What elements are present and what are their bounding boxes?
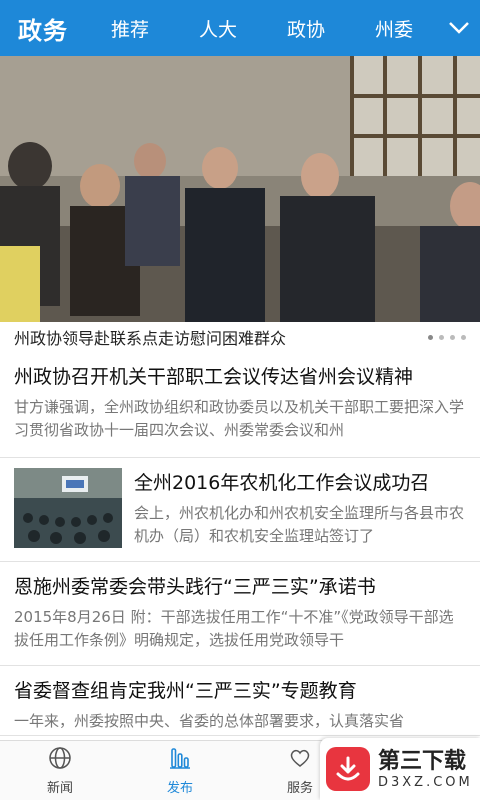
news-item[interactable]: 州政协召开机关干部职工会议传达省州会议精神 甘方谦强调，全州政协组织和政协委员以…	[0, 352, 480, 458]
carousel-dot[interactable]	[450, 334, 455, 340]
news-thumbnail	[14, 468, 122, 548]
nav-label: 新闻	[46, 780, 73, 796]
news-title: 全州2016年农机化工作会议成功召	[134, 472, 430, 494]
nav-label: 服务	[286, 780, 313, 796]
carousel-indicator	[428, 334, 480, 340]
hero-caption-bar: 州政协领导赴联系点走访慰问困难群众	[0, 322, 480, 352]
carousel-dot[interactable]	[461, 334, 466, 340]
watermark-domain: D3XZ.COM	[378, 774, 473, 790]
carousel-dot[interactable]	[439, 334, 444, 340]
hero-carousel-image[interactable]	[0, 56, 480, 322]
news-item[interactable]: 恩施州委常委会带头践行“三严三实”承诺书 2015年8月26日 附：干部选拔任用…	[0, 562, 480, 666]
news-title: 省委督查组肯定我州“三严三实”专题教育	[14, 680, 357, 702]
heart-icon	[288, 746, 312, 774]
nav-label: 发布	[166, 780, 193, 796]
bar-chart-icon	[168, 746, 192, 774]
carousel-dot[interactable]	[428, 334, 433, 340]
top-nav-bar: 政务 推荐 人大 政协 州委	[0, 0, 480, 56]
nav-publish[interactable]: 发布	[120, 741, 240, 800]
news-title: 州政协召开机关干部职工会议传达省州会议精神	[14, 366, 414, 388]
tab-party-committee[interactable]: 州委	[350, 15, 438, 42]
download-logo-icon	[326, 747, 370, 791]
news-summary: 会上，州农机化办和州农机安全监理所与各县市农机办（局）和农机安全监理站签订了	[134, 504, 465, 545]
app-title: 政务	[18, 16, 68, 45]
news-item[interactable]: 全州2016年农机化工作会议成功召 会上，州农机化办和州农机安全监理所与各县市农…	[0, 458, 480, 562]
news-item[interactable]: 省委督查组肯定我州“三严三实”专题教育 一年来，州委按照中央、省委的总体部署要求…	[0, 666, 480, 736]
news-title: 恩施州委常委会带头践行“三严三实”承诺书	[14, 576, 376, 598]
news-summary: 一年来，州委按照中央、省委的总体部署要求，认真落实省	[14, 712, 405, 730]
tab-cppcc[interactable]: 政协	[262, 15, 350, 42]
chevron-down-icon[interactable]	[438, 0, 480, 56]
watermark-logo: 第三下载 D3XZ.COM	[320, 738, 480, 800]
hero-caption[interactable]: 州政协领导赴联系点走访慰问困难群众	[14, 325, 428, 349]
channel-tabs: 推荐 人大 政协 州委	[86, 15, 438, 42]
nav-news[interactable]: 新闻	[0, 741, 120, 800]
globe-icon	[48, 746, 72, 774]
tab-recommend[interactable]: 推荐	[86, 15, 174, 42]
news-list: 州政协召开机关干部职工会议传达省州会议精神 甘方谦强调，全州政协组织和政协委员以…	[0, 352, 480, 736]
watermark-name: 第三下载	[378, 748, 467, 774]
tab-npc[interactable]: 人大	[174, 15, 262, 42]
news-summary: 2015年8月26日 附：干部选拔任用工作“十不准”《党政领导干部选拔任用工作条…	[14, 608, 454, 649]
news-summary: 甘方谦强调，全州政协组织和政协委员以及机关干部职工要把深入学习贯彻省政协十一届四…	[14, 398, 465, 439]
